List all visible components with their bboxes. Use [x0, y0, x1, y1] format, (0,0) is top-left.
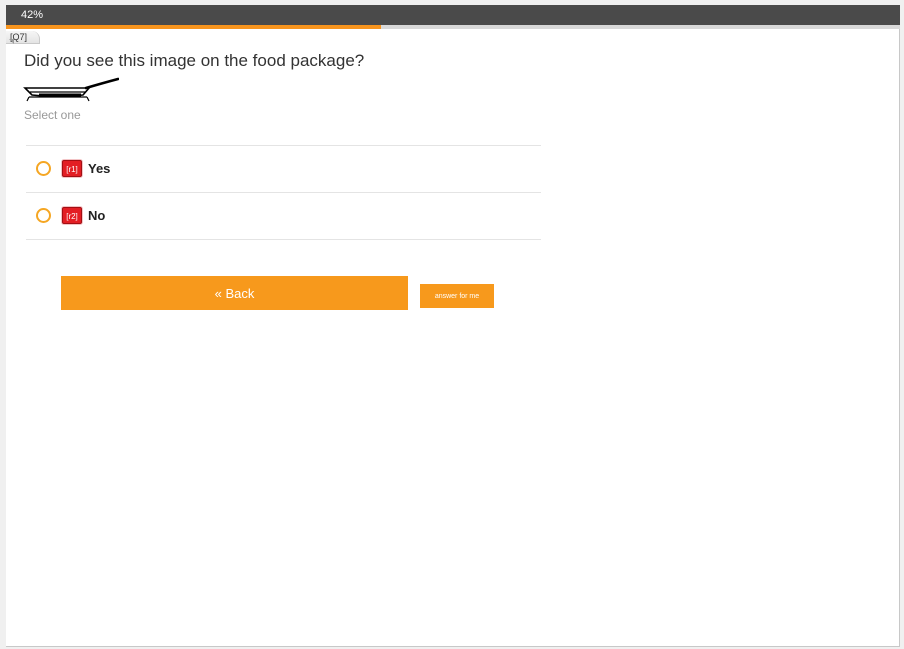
progress-percent: 42%: [21, 9, 44, 21]
tab-corner-icon: [9, 39, 14, 44]
back-button[interactable]: « Back: [61, 276, 408, 310]
survey-page: 42% [Q7] Did you see this image on the f…: [6, 5, 900, 647]
question-text: Did you see this image on the food packa…: [24, 51, 365, 70]
frying-pan-icon: [23, 77, 119, 102]
progress-bar: [6, 25, 900, 29]
answer-option-no[interactable]: [r2] No: [26, 193, 541, 240]
answer-code-badge: [r2]: [62, 207, 82, 224]
answer-list: [r1] Yes [r2] No: [26, 145, 541, 240]
progress-header: 42%: [6, 5, 900, 25]
radio-button[interactable]: [36, 208, 51, 223]
answer-label: Yes: [88, 161, 111, 176]
progress-fill: [6, 25, 382, 29]
answer-for-me-button[interactable]: answer for me: [420, 284, 494, 308]
instruction-text: Select one: [24, 108, 81, 122]
radio-button[interactable]: [36, 161, 51, 176]
answer-option-yes[interactable]: [r1] Yes: [26, 146, 541, 193]
answer-label: No: [88, 208, 106, 223]
answer-code-badge: [r1]: [62, 160, 82, 177]
